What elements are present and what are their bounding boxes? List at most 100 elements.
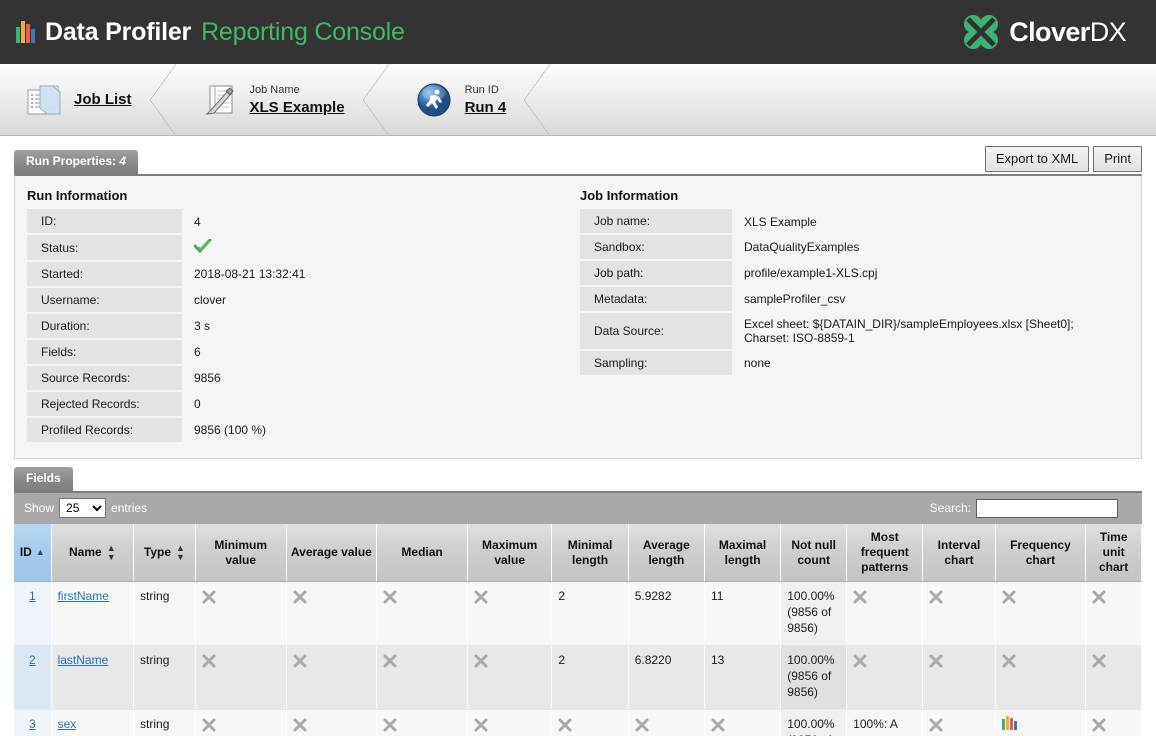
column-header-average-value[interactable]: Average value	[286, 524, 377, 582]
breadcrumb: Job List Job Name XLS Example	[0, 64, 1156, 136]
row-key: Data Source:	[580, 312, 732, 350]
table-row: ID:4	[27, 209, 580, 234]
sort-both-icon: ▲▼	[176, 544, 185, 562]
cell-id[interactable]: 2	[14, 646, 51, 710]
x-mark-icon	[202, 590, 216, 604]
breadcrumb-job-list-link[interactable]: Job List	[74, 91, 132, 108]
bar-chart-logo-icon	[16, 21, 35, 43]
job-information-title: Job Information	[580, 188, 1129, 203]
table-row: 1 firstName string 2 5.9282 11 100.00% (…	[14, 582, 1142, 646]
green-check-icon	[194, 239, 210, 252]
breadcrumb-item-run-id[interactable]: Run ID Run 4	[389, 64, 525, 135]
breadcrumb-item-job-list[interactable]: Job List	[0, 64, 150, 135]
cell-time-unit-chart	[1086, 710, 1142, 736]
cloverdx-wordmark: CloverDX	[1009, 17, 1126, 48]
breadcrumb-job-name-label: Job Name	[250, 83, 345, 98]
cell-minimum-value	[195, 710, 286, 736]
x-mark-icon	[474, 718, 488, 732]
column-label: ID	[20, 545, 32, 559]
app-title: Data Profiler	[45, 18, 191, 47]
row-key: Fields:	[27, 339, 182, 365]
sort-ascending-icon: ▲	[36, 545, 45, 560]
job-information-table: Job name:XLS Example Sandbox:DataQuality…	[580, 209, 1129, 377]
breadcrumb-separator	[150, 64, 176, 135]
tab-fields[interactable]: Fields	[14, 467, 73, 491]
page-size-select[interactable]: 10 25 50 100	[59, 498, 106, 518]
column-header-type[interactable]: Type ▲▼	[134, 524, 196, 582]
column-header-name[interactable]: Name▲▼	[51, 524, 133, 582]
run-properties-panel: Run Information ID:4 Status: Started:201…	[14, 174, 1142, 459]
run-properties-section: Run Properties: 4 Export to XML Print Ru…	[0, 136, 1156, 459]
run-properties-tab-value: 4	[119, 154, 126, 168]
run-properties-actions: Export to XML Print	[985, 146, 1142, 172]
fields-table-controls: Show 10 25 50 100 entries Search:	[14, 491, 1142, 524]
cell-id[interactable]: 1	[14, 582, 51, 646]
sort-both-icon: ▲▼	[107, 544, 116, 562]
cell-average-value	[286, 646, 377, 710]
cell-frequency-chart[interactable]	[995, 710, 1086, 736]
field-name-link[interactable]: firstName	[58, 589, 109, 603]
row-value: 3 s	[182, 313, 580, 339]
column-header-id[interactable]: ID ▲	[14, 524, 51, 582]
row-id-link[interactable]: 1	[29, 589, 36, 603]
row-value: 4	[182, 209, 580, 234]
cell-average-length: 6.8220	[628, 646, 704, 710]
tab-run-properties[interactable]: Run Properties: 4	[14, 150, 138, 174]
breadcrumb-job-name-link[interactable]: XLS Example	[250, 98, 345, 117]
breadcrumb-item-job-name[interactable]: Job Name XLS Example	[176, 64, 363, 135]
export-to-xml-button[interactable]: Export to XML	[985, 146, 1089, 172]
cell-average-value	[286, 582, 377, 646]
column-header-median[interactable]: Median	[377, 524, 468, 582]
row-key: Job name:	[580, 209, 732, 234]
cell-id[interactable]: 3	[14, 710, 51, 736]
field-name-link[interactable]: sex	[58, 717, 77, 731]
x-mark-icon	[853, 654, 867, 668]
row-key: Job path:	[580, 260, 732, 286]
column-header-most-frequent-patterns[interactable]: Most frequent patterns	[847, 524, 923, 582]
column-header-average-length[interactable]: Average length	[628, 524, 704, 582]
row-id-link[interactable]: 3	[29, 717, 36, 731]
job-information-block: Job Information Job name:XLS Example San…	[580, 186, 1129, 444]
row-value	[182, 234, 580, 261]
row-value: none	[732, 350, 1129, 376]
cell-name[interactable]: sex	[51, 710, 133, 736]
column-header-maximal-length[interactable]: Maximal length	[704, 524, 780, 582]
search-input[interactable]	[976, 499, 1118, 518]
column-label: Type	[144, 545, 171, 559]
cell-minimum-value	[195, 582, 286, 646]
x-mark-icon	[929, 590, 943, 604]
cell-name[interactable]: firstName	[51, 582, 133, 646]
cell-not-null-count: 100.00% (9856 of 9856)	[781, 582, 847, 646]
column-header-maximum-value[interactable]: Maximum value	[467, 524, 552, 582]
row-key: Rejected Records:	[27, 391, 182, 417]
x-mark-icon	[383, 654, 397, 668]
breadcrumb-run-id-link[interactable]: Run 4	[465, 98, 507, 117]
row-key: ID:	[27, 209, 182, 234]
column-header-minimum-value[interactable]: Minimum value	[195, 524, 286, 582]
frequency-chart-icon[interactable]	[1002, 716, 1017, 730]
breadcrumb-separator	[363, 64, 389, 135]
logo-text-light: DX	[1090, 17, 1126, 47]
x-mark-icon	[853, 590, 867, 604]
run-information-title: Run Information	[27, 188, 580, 203]
x-mark-icon	[1092, 718, 1106, 732]
cell-maximum-value	[467, 646, 552, 710]
row-key: Status:	[27, 234, 182, 261]
table-row: Source Records:9856	[27, 365, 580, 391]
column-header-interval-chart[interactable]: Interval chart	[923, 524, 995, 582]
column-header-minimal-length[interactable]: Minimal length	[552, 524, 628, 582]
row-key: Profiled Records:	[27, 417, 182, 443]
column-header-not-null-count[interactable]: Not null count	[781, 524, 847, 582]
column-header-time-unit-chart[interactable]: Time unit chart	[1086, 524, 1142, 582]
print-button[interactable]: Print	[1093, 146, 1142, 172]
cell-name[interactable]: lastName	[51, 646, 133, 710]
table-row: Sampling:none	[580, 350, 1129, 376]
field-name-link[interactable]: lastName	[58, 653, 109, 667]
column-header-frequency-chart[interactable]: Frequency chart	[995, 524, 1086, 582]
cell-maximum-value	[467, 582, 552, 646]
row-id-link[interactable]: 2	[29, 653, 36, 667]
cell-maximal-length: 13	[704, 646, 780, 710]
clover-icon	[962, 13, 1000, 51]
breadcrumb-separator	[524, 64, 550, 135]
run-information-block: Run Information ID:4 Status: Started:201…	[27, 186, 580, 444]
